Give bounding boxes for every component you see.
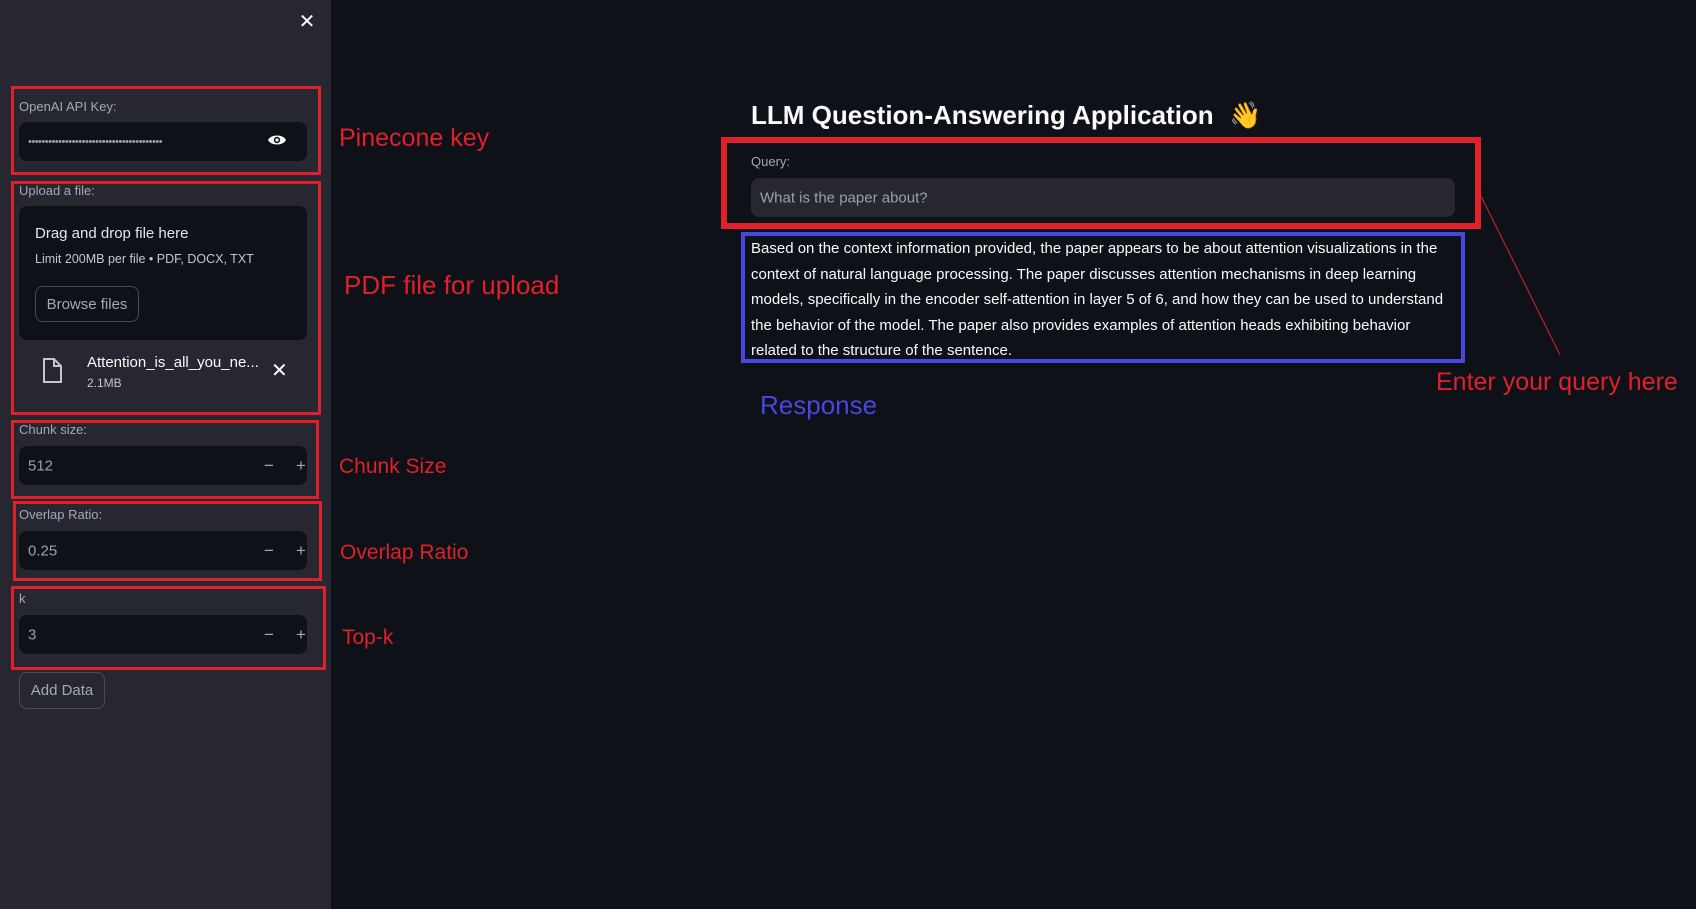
- annotation-arrow-line: [1480, 195, 1561, 356]
